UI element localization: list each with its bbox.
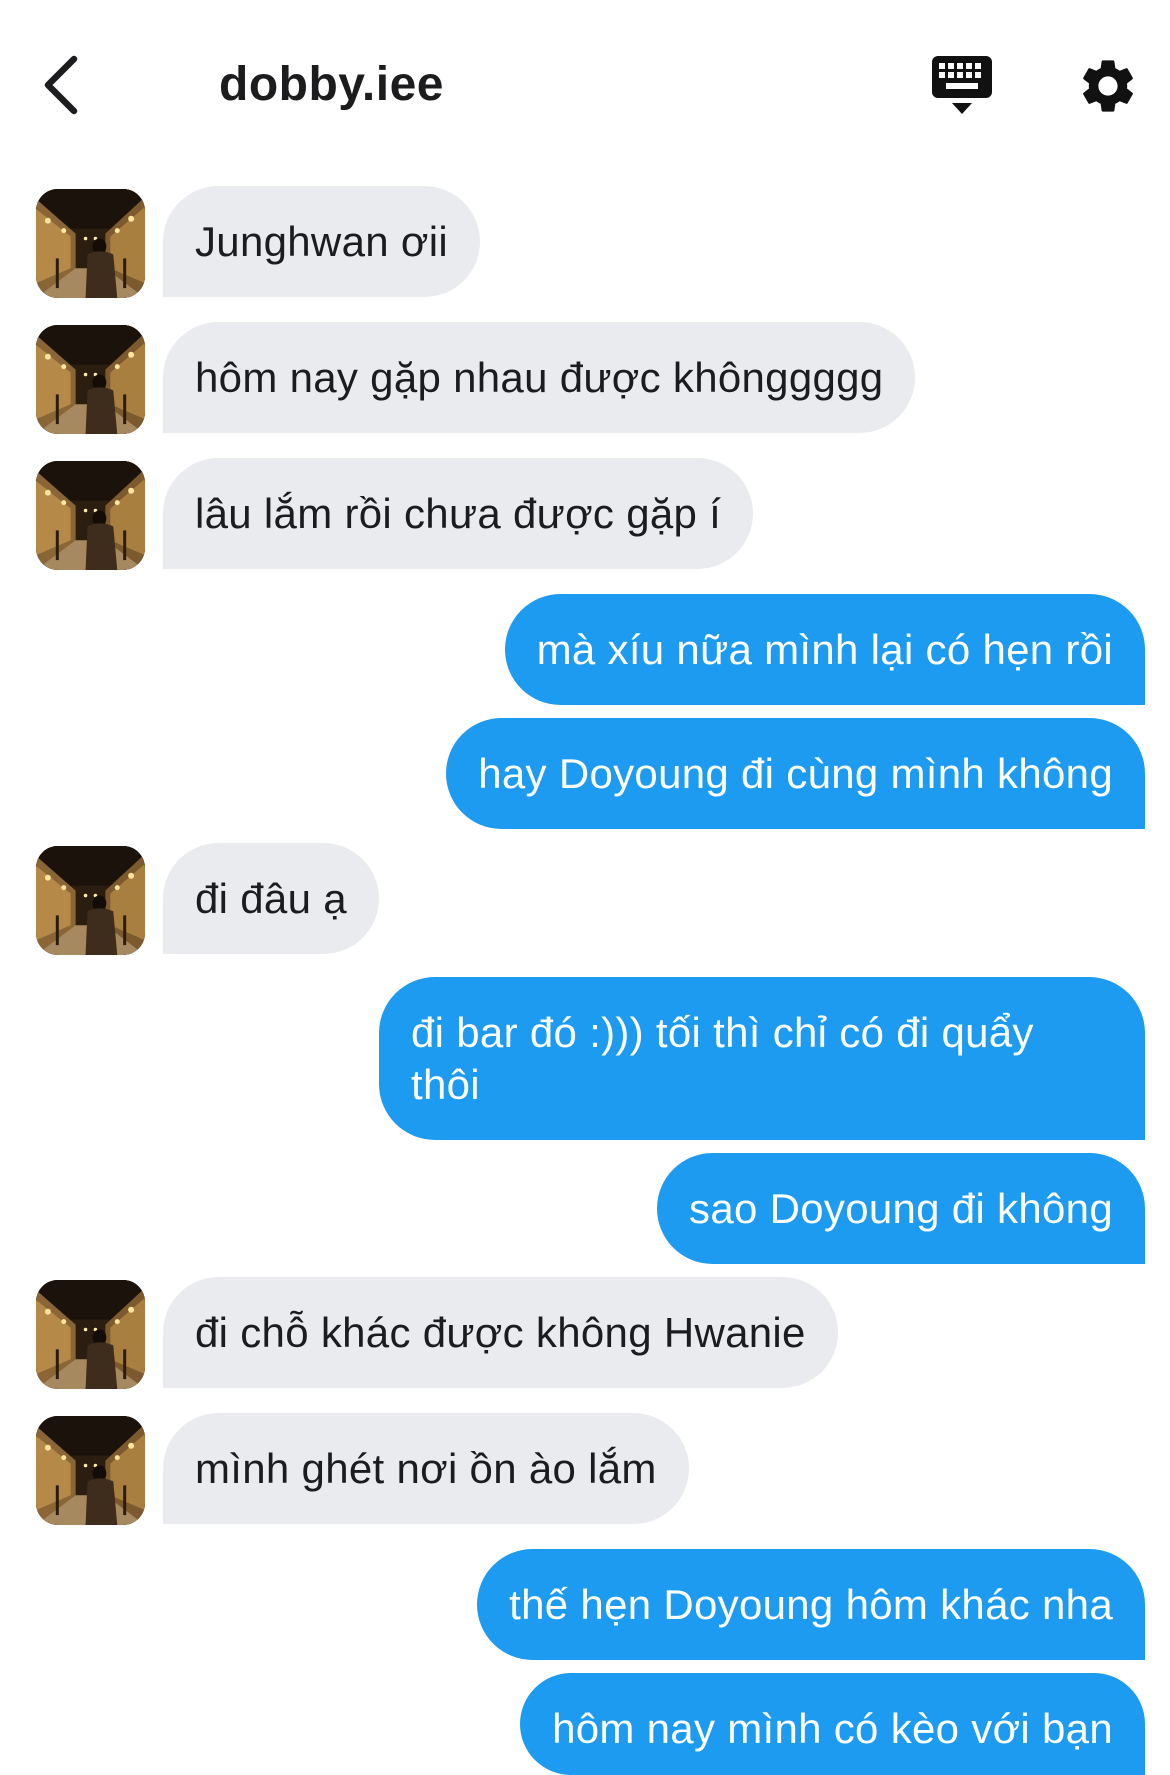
back-button[interactable] — [38, 50, 98, 120]
avatar-photo — [36, 461, 145, 570]
outgoing-message-bubble[interactable]: sao Doyoung đi không — [657, 1153, 1145, 1264]
incoming-message-bubble[interactable]: mình ghét nơi ồn ào lắm — [163, 1413, 689, 1524]
outgoing-message-bubble[interactable]: hôm nay mình có kèo với bạn — [520, 1673, 1145, 1775]
chevron-left-icon — [44, 55, 78, 115]
avatar[interactable] — [36, 189, 145, 298]
chat-title: dobby.iee — [219, 58, 444, 111]
avatar[interactable] — [36, 1280, 145, 1389]
keyboard-button[interactable] — [928, 52, 996, 118]
incoming-message-bubble[interactable]: lâu lắm rồi chưa được gặp í — [163, 458, 754, 569]
incoming-message-bubble[interactable]: đi đâu ạ — [163, 843, 379, 954]
outgoing-message-bubble[interactable]: hay Doyoung đi cùng mình không — [446, 718, 1145, 829]
avatar[interactable] — [36, 325, 145, 434]
avatar[interactable] — [36, 1416, 145, 1525]
incoming-message-bubble[interactable]: đi chỗ khác được không Hwanie — [163, 1277, 838, 1388]
outgoing-message-bubble[interactable]: đi bar đó :))) tối thì chỉ có đi quẩy th… — [379, 977, 1145, 1140]
outgoing-message-bubble[interactable]: thế hẹn Doyoung hôm khác nha — [477, 1549, 1145, 1660]
gear-icon — [1083, 60, 1133, 112]
avatar-photo — [36, 325, 145, 434]
incoming-message-bubble[interactable]: hôm nay gặp nhau được khônggggg — [163, 322, 916, 433]
avatar[interactable] — [36, 461, 145, 570]
avatar-photo — [36, 1416, 145, 1525]
settings-button[interactable] — [1076, 54, 1140, 118]
avatar-photo — [36, 1280, 145, 1389]
avatar[interactable] — [36, 846, 145, 955]
chat-header: dobby.iee — [0, 0, 1170, 165]
avatar-photo — [36, 189, 145, 298]
avatar-photo — [36, 846, 145, 955]
keyboard-icon — [932, 56, 992, 114]
incoming-message-bubble[interactable]: Junghwan ơii — [163, 186, 480, 297]
outgoing-message-bubble[interactable]: mà xíu nữa mình lại có hẹn rồi — [504, 594, 1145, 705]
